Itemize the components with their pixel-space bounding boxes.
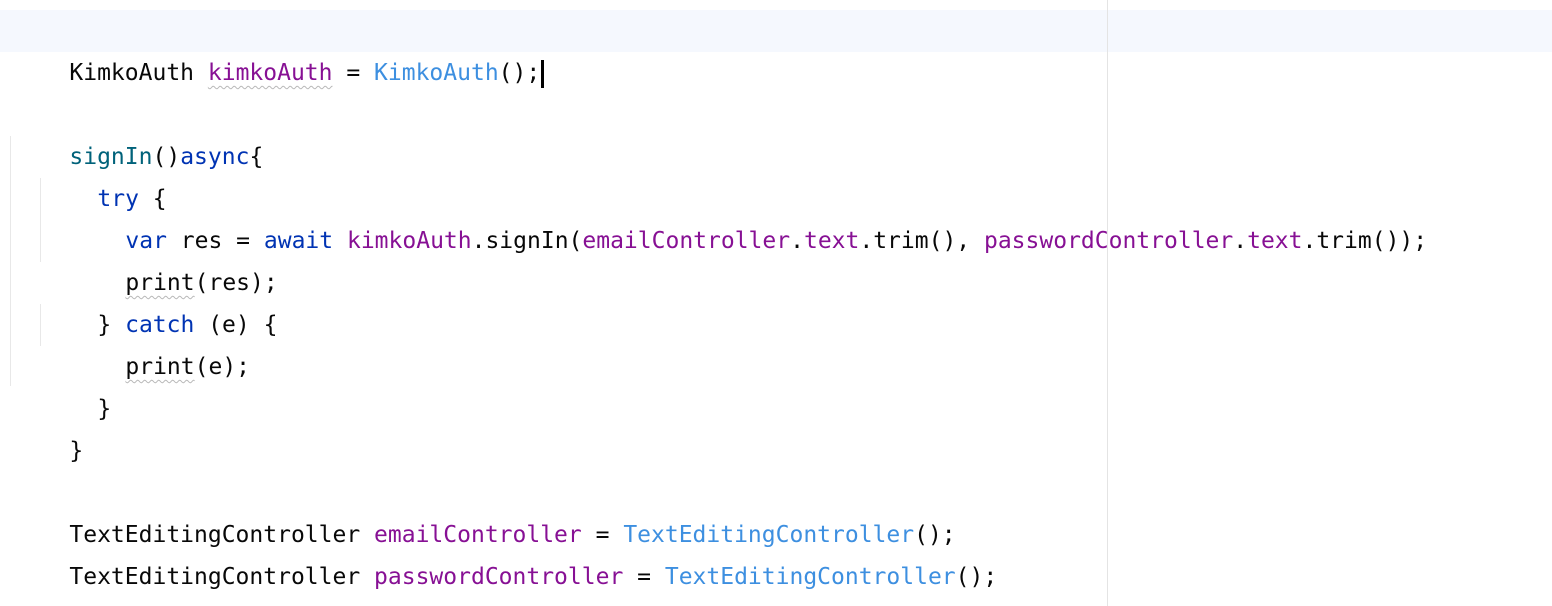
code-line-print-res[interactable]: print(res); (70, 220, 277, 296)
text-caret (541, 59, 545, 88)
code-line-password-controller[interactable]: TextEditingController passwordController… (14, 514, 997, 590)
keyword: async (180, 144, 250, 170)
code-line-sign-in[interactable]: signIn()async{ (14, 94, 263, 170)
code-line-email-controller[interactable]: TextEditingController emailController = … (14, 472, 955, 548)
indent-guide (10, 136, 11, 386)
field-name: kimkoAuth (346, 228, 472, 254)
property-name: text (803, 228, 860, 254)
field-name: passwordController (983, 228, 1234, 254)
constructor-call: TextEditingController (664, 564, 956, 590)
code-line-kimko-auth[interactable]: KimkoAuth kimkoAuth = KimkoAuth(); (14, 10, 545, 88)
code-line-catch[interactable]: } catch (e) { (42, 262, 277, 338)
property-name: text (1247, 228, 1303, 254)
code-line-await-sign-in[interactable]: var res = await kimkoAuth.signIn(emailCo… (70, 178, 1427, 254)
right-margin-guide (1107, 0, 1108, 606)
field-name: kimkoAuth (207, 60, 333, 86)
type-name: TextEditingController (69, 564, 361, 590)
code-line-close-catch[interactable]: } (42, 346, 111, 422)
code-line-close-sign-in[interactable]: } (14, 388, 83, 464)
constructor-call: KimkoAuth (374, 60, 499, 86)
indent-guide (40, 304, 41, 346)
field-name: passwordController (374, 564, 624, 590)
function-call: print (125, 354, 195, 380)
code-editor[interactable]: KimkoAuth kimkoAuth = KimkoAuth(); signI… (0, 0, 1552, 606)
type-name: KimkoAuth (69, 60, 195, 86)
code-line-try[interactable]: try { (42, 136, 166, 212)
field-name: emailController (582, 228, 791, 254)
code-line-print-e[interactable]: print(e); (70, 304, 250, 380)
